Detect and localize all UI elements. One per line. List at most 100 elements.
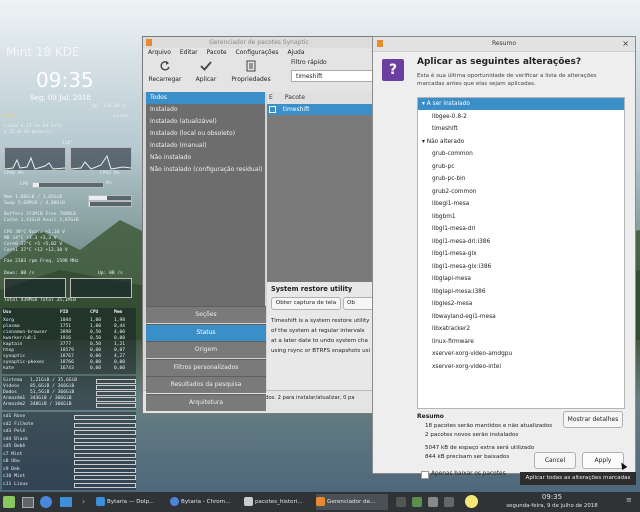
partition-bar xyxy=(74,460,136,465)
taskbar-date[interactable]: segunda-feira, 9 de julho de 2018 xyxy=(484,502,620,510)
download-only-checkbox[interactable] xyxy=(421,471,429,479)
menu-configuracoes[interactable]: Configurações xyxy=(236,49,279,56)
tree-item[interactable]: libxatracker2 xyxy=(418,323,624,335)
tree-item[interactable]: grub2-common xyxy=(418,186,624,198)
swap-bar xyxy=(88,201,132,207)
tray-icon-3[interactable] xyxy=(428,497,438,507)
tree-item[interactable]: libglapi-mesa xyxy=(418,273,624,285)
tree-item[interactable]: libgl1-mesa-glx:i386 xyxy=(418,261,624,273)
dolphin-launcher-icon[interactable] xyxy=(60,497,72,507)
tree-item[interactable]: grub-common xyxy=(418,148,624,160)
nav-button-4[interactable]: Resultados da pesquisa xyxy=(146,376,266,393)
process-cell: cinnamon-browser xyxy=(3,330,47,335)
expand-arrow-icon[interactable]: ▾ xyxy=(418,139,427,145)
quick-filter-input[interactable]: timeshift xyxy=(291,70,373,82)
tree-item[interactable]: libgbm1 xyxy=(418,211,624,223)
show-details-button[interactable]: Mostrar detalhes xyxy=(563,411,623,428)
process-cell: 1,98 xyxy=(114,318,125,323)
menu-editar[interactable]: Editar xyxy=(180,49,198,56)
apply-button[interactable]: Apply xyxy=(582,452,624,469)
tree-item[interactable]: xserver-xorg-video-intel xyxy=(418,361,624,373)
dialog-close-icon[interactable]: × xyxy=(622,37,629,51)
tree-item[interactable]: libglapi-mesa:i386 xyxy=(418,286,624,298)
task-chrome[interactable]: Bytaria - Chrom... xyxy=(170,494,240,510)
kernel-line-1: Linux 4.15 na 64 bits xyxy=(4,124,62,129)
filter-item[interactable]: Todos xyxy=(146,92,265,104)
taskbar-clock[interactable]: 09:35 xyxy=(484,493,620,502)
cancel-button[interactable]: Cancel xyxy=(534,452,576,469)
quick-filter-label: Filtro rápido xyxy=(291,59,327,66)
menu-arquivo[interactable]: Arquivo xyxy=(148,49,171,56)
apply-toolbar-button[interactable]: Aplicar xyxy=(189,60,223,83)
download-only-label: Apenas baixar os pacotes xyxy=(431,471,506,477)
cpu-pct: 8% xyxy=(106,181,112,186)
nav-button-1[interactable]: Status xyxy=(146,324,266,341)
reload-label: Recarregar xyxy=(145,76,185,83)
process-header: CPU xyxy=(90,310,98,315)
weather-icon[interactable] xyxy=(465,495,478,508)
nav-button-2[interactable]: Origem xyxy=(146,341,266,358)
task-synaptic[interactable]: Gerenciador de... xyxy=(316,494,388,510)
process-cell: 1044 xyxy=(60,318,71,323)
filter-item[interactable]: Instalado xyxy=(146,104,265,116)
tree-item[interactable]: libgl1-mesa-dri xyxy=(418,223,624,235)
chevron-right-icon[interactable]: › xyxy=(82,497,85,506)
tree-item[interactable]: grub-pc-bin xyxy=(418,173,624,185)
tree-item[interactable]: timeshift xyxy=(418,123,624,135)
tree-group-install[interactable]: ▾ A ser instalado xyxy=(418,98,624,110)
dialog-titlebar[interactable]: Resumo × xyxy=(373,37,635,52)
get-screenshot-button[interactable]: Obter captura de tela xyxy=(271,297,341,310)
apply-toolbar-label: Aplicar xyxy=(189,76,223,83)
tree-group-unchanged[interactable]: ▾ Não alterado xyxy=(418,136,624,148)
nav-button-0[interactable]: Seções xyxy=(146,306,266,323)
filter-item[interactable]: Instalado (local ou obsoleto) xyxy=(146,128,265,140)
tree-item[interactable]: libwayland-egl1-mesa xyxy=(418,311,624,323)
partition-bar xyxy=(74,468,136,473)
filter-item[interactable]: Não instalado (configuração residual) xyxy=(146,164,265,176)
synaptic-app-icon xyxy=(146,39,152,46)
menu-ajuda[interactable]: Ajuda xyxy=(287,49,304,56)
tree-item[interactable]: xserver-xorg-video-amdgpu xyxy=(418,348,624,360)
tray-icon-2[interactable] xyxy=(412,497,422,507)
expand-arrow-icon[interactable]: ▾ xyxy=(418,101,427,107)
get-changelog-button[interactable]: Ob xyxy=(343,297,373,310)
mint-menu-icon[interactable] xyxy=(3,496,15,508)
filter-item[interactable]: Não instalado xyxy=(146,152,265,164)
task-text[interactable]: pacotes_histori... xyxy=(244,494,314,510)
apply-check-icon xyxy=(200,60,212,72)
properties-button[interactable]: Propriedades xyxy=(223,60,279,83)
panel-expand-icon[interactable]: ≡ xyxy=(626,496,632,504)
nav-button-3[interactable]: Filtros personalizados xyxy=(146,359,266,376)
tree-item[interactable]: linux-firmware xyxy=(418,336,624,348)
tree-item[interactable]: libegl1-mesa xyxy=(418,198,624,210)
menu-pacote[interactable]: Pacote xyxy=(207,49,227,56)
tray-icon-1[interactable] xyxy=(396,497,406,507)
process-cell: kaptain xyxy=(3,342,22,347)
cache-line: Cache 1,41GiB Avail 2,07GiB xyxy=(4,218,79,223)
tree-item[interactable]: libgl1-mesa-glx xyxy=(418,248,624,260)
process-cell: 0,00 xyxy=(90,354,101,359)
summary-line: 5047 kB de espaço extra será utilizado xyxy=(425,445,534,451)
column-status[interactable]: E xyxy=(267,92,279,104)
package-row-timeshift[interactable]: timeshift xyxy=(267,104,373,115)
tray-icon-4[interactable] xyxy=(444,497,454,507)
process-cell: Xorg xyxy=(3,318,14,323)
reload-button[interactable]: Recarregar xyxy=(145,60,185,83)
tree-item[interactable]: libgles2-mesa xyxy=(418,298,624,310)
package-checkbox[interactable] xyxy=(269,106,276,113)
filter-item[interactable]: Instalado (atualizável) xyxy=(146,116,265,128)
process-cell: kate xyxy=(3,366,14,371)
filter-item[interactable]: Instalado (manual) xyxy=(146,140,265,152)
terminal-launcher-icon[interactable] xyxy=(22,497,34,508)
chrome-launcher-icon[interactable] xyxy=(40,496,52,508)
tree-item[interactable]: libgl1-mesa-dri:i386 xyxy=(418,236,624,248)
nav-button-5[interactable]: Arquitetura xyxy=(146,394,266,411)
net-up: Up: 0B /s xyxy=(98,271,123,276)
partition-bar xyxy=(74,423,136,428)
synaptic-titlebar[interactable]: Gerenciador de pacotes Synaptic xyxy=(143,37,375,48)
process-cell: 0,00 xyxy=(114,336,125,341)
column-package[interactable]: Pacote xyxy=(281,94,305,101)
tree-item[interactable]: grub-pc xyxy=(418,161,624,173)
task-dolphin[interactable]: Bytaria — Dolp... xyxy=(96,494,166,510)
tree-item[interactable]: libgee-0.8-2 xyxy=(418,111,624,123)
